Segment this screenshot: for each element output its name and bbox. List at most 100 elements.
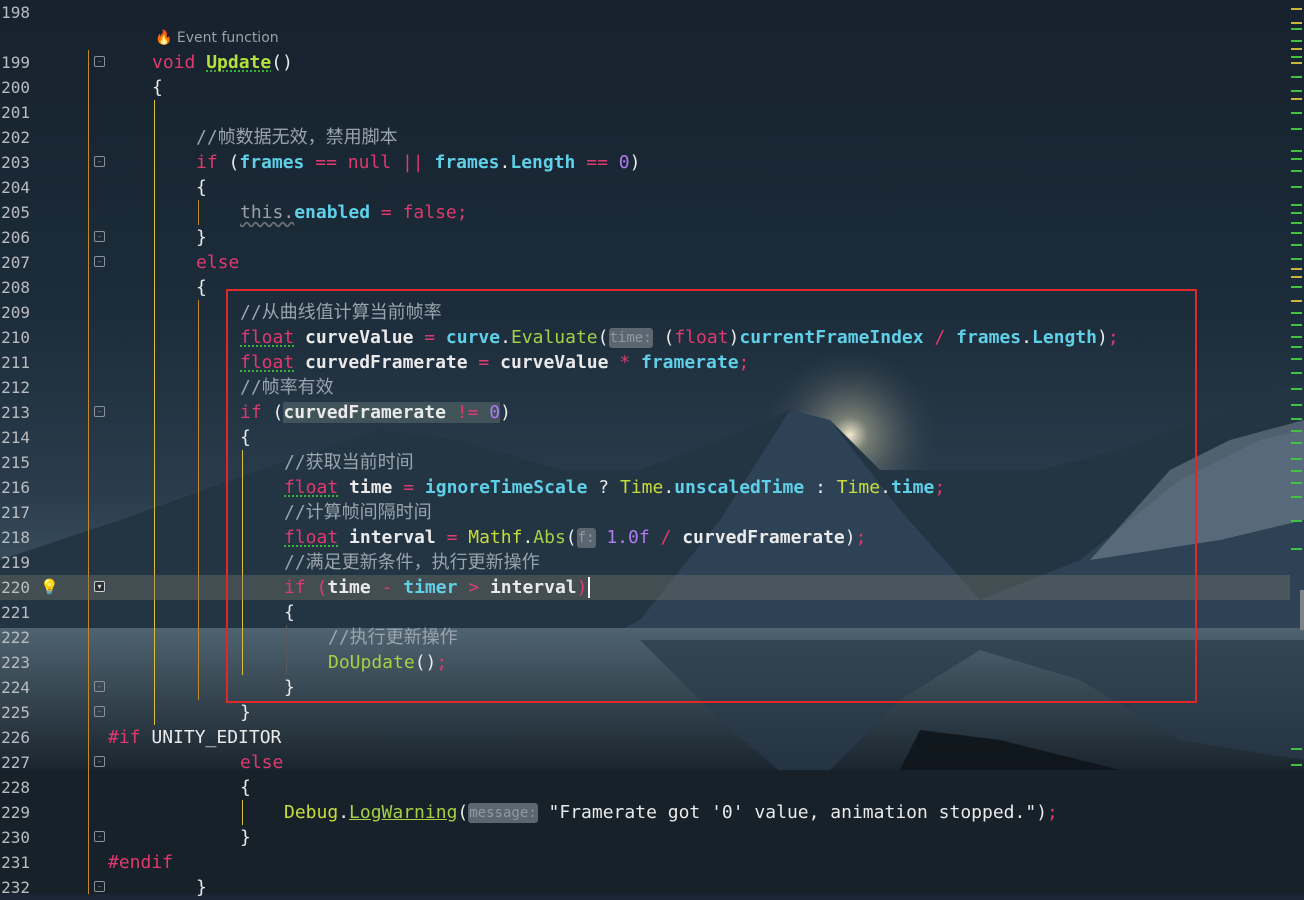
- line-number[interactable]: 206: [0, 225, 30, 250]
- code-text[interactable]: }: [196, 225, 207, 250]
- scroll-marker[interactable]: [1291, 458, 1302, 460]
- scroll-marker[interactable]: [1291, 324, 1302, 326]
- fold-toggle-icon[interactable]: –: [94, 756, 105, 767]
- scroll-marker[interactable]: [1291, 150, 1302, 152]
- scroll-marker[interactable]: [1291, 442, 1302, 444]
- line-number[interactable]: 232: [0, 875, 30, 900]
- code-line-204[interactable]: 204 {: [0, 175, 1290, 200]
- scroll-marker[interactable]: [1291, 128, 1302, 130]
- scroll-marker[interactable]: [1291, 76, 1302, 78]
- code-text[interactable]: {: [196, 275, 207, 300]
- line-number[interactable]: 222: [0, 625, 30, 650]
- code-line-225[interactable]: 225 –}: [0, 700, 1290, 725]
- code-line-230[interactable]: 230 –}: [0, 825, 1290, 850]
- code-line-227[interactable]: 227 – else: [0, 750, 1290, 775]
- code-line-200[interactable]: 200 {: [0, 75, 1290, 100]
- scrollbar-markers[interactable]: [1288, 0, 1304, 894]
- scroll-marker[interactable]: [1291, 346, 1302, 348]
- code-text[interactable]: else: [196, 250, 239, 275]
- line-number[interactable]: 202: [0, 125, 30, 150]
- line-number[interactable]: 228: [0, 775, 30, 800]
- line-number[interactable]: 226: [0, 725, 30, 750]
- code-line-231[interactable]: 231 #endif: [0, 850, 1290, 875]
- scroll-marker[interactable]: [1291, 212, 1302, 214]
- line-number[interactable]: 198: [0, 0, 30, 25]
- code-text[interactable]: //帧数据无效，禁用脚本: [196, 125, 398, 150]
- code-text[interactable]: Debug.LogWarning(message: "Framerate got…: [284, 800, 1058, 825]
- scroll-marker[interactable]: [1291, 170, 1302, 172]
- scroll-marker[interactable]: [1291, 244, 1302, 246]
- code-line-229[interactable]: 229 Debug.LogWarning(message: "Framerate …: [0, 800, 1290, 825]
- scroll-marker[interactable]: [1291, 496, 1302, 498]
- scroll-marker[interactable]: [1291, 388, 1302, 390]
- fold-toggle-icon[interactable]: –: [94, 231, 105, 242]
- scroll-marker[interactable]: [1291, 268, 1302, 270]
- code-text[interactable]: }: [240, 825, 251, 850]
- line-number[interactable]: 211: [0, 350, 30, 375]
- line-number[interactable]: 225: [0, 700, 30, 725]
- scroll-marker[interactable]: [1291, 312, 1302, 314]
- scroll-marker[interactable]: [1291, 48, 1302, 50]
- line-number[interactable]: 201: [0, 100, 30, 125]
- code-text[interactable]: }: [196, 875, 207, 900]
- scroll-marker[interactable]: [1291, 404, 1302, 406]
- code-line-205[interactable]: 205 this.enabled = false;: [0, 200, 1290, 225]
- code-text[interactable]: if (frames == null || frames.Length == 0…: [196, 150, 640, 175]
- scroll-marker[interactable]: [1291, 40, 1302, 42]
- scroll-marker[interactable]: [1291, 430, 1302, 432]
- code-line-201[interactable]: 201: [0, 100, 1290, 125]
- scroll-marker[interactable]: [1291, 158, 1302, 160]
- fold-toggle-icon[interactable]: –: [94, 706, 105, 717]
- line-number[interactable]: 209: [0, 300, 30, 325]
- code-text[interactable]: }: [240, 700, 251, 725]
- fold-toggle-icon[interactable]: –: [94, 406, 105, 417]
- scroll-marker[interactable]: [1291, 186, 1302, 188]
- scroll-marker[interactable]: [1291, 56, 1302, 58]
- scroll-marker[interactable]: [1291, 358, 1302, 360]
- line-number[interactable]: 218: [0, 525, 30, 550]
- scroll-marker[interactable]: [1291, 28, 1302, 30]
- code-line-199[interactable]: 199 – void Update(): [0, 50, 1290, 75]
- code-line-228[interactable]: 228 {: [0, 775, 1290, 800]
- line-number[interactable]: 220: [0, 575, 30, 600]
- lightbulb-icon[interactable]: 💡: [40, 577, 59, 597]
- fold-toggle-icon[interactable]: –: [94, 681, 105, 692]
- scroll-marker[interactable]: [1291, 90, 1302, 92]
- line-number[interactable]: 200: [0, 75, 30, 100]
- line-number[interactable]: 230: [0, 825, 30, 850]
- code-text[interactable]: #endif: [108, 850, 173, 875]
- line-number[interactable]: 214: [0, 425, 30, 450]
- line-number[interactable]: 210: [0, 325, 30, 350]
- fold-toggle-icon[interactable]: –: [94, 881, 105, 892]
- scroll-marker[interactable]: [1291, 232, 1302, 234]
- code-text[interactable]: void Update(): [152, 50, 293, 75]
- line-number[interactable]: 217: [0, 500, 30, 525]
- scroll-marker[interactable]: [1291, 112, 1302, 114]
- scroll-marker[interactable]: [1291, 336, 1302, 338]
- scroll-marker[interactable]: [1291, 548, 1302, 550]
- line-number[interactable]: 213: [0, 400, 30, 425]
- scroll-marker[interactable]: [1291, 470, 1302, 472]
- scroll-marker[interactable]: [1291, 372, 1302, 374]
- scroll-marker[interactable]: [1291, 222, 1302, 224]
- fold-toggle-icon[interactable]: –: [94, 831, 105, 842]
- code-text[interactable]: this.enabled = false;: [240, 200, 468, 225]
- scroll-marker[interactable]: [1291, 748, 1302, 750]
- fold-toggle-icon[interactable]: –: [94, 256, 105, 267]
- scroll-marker[interactable]: [1291, 418, 1302, 420]
- line-number[interactable]: 219: [0, 550, 30, 575]
- line-number[interactable]: 221: [0, 600, 30, 625]
- scroll-marker[interactable]: [1291, 276, 1302, 278]
- scroll-marker[interactable]: [1291, 764, 1302, 766]
- codelens-event-function[interactable]: 🔥 Event function: [155, 28, 279, 48]
- scroll-marker[interactable]: [1291, 62, 1302, 64]
- scroll-marker[interactable]: [1291, 8, 1302, 10]
- scroll-marker[interactable]: [1291, 300, 1302, 302]
- line-number[interactable]: 227: [0, 750, 30, 775]
- scroll-marker[interactable]: [1291, 286, 1302, 288]
- code-line-206[interactable]: 206 –}: [0, 225, 1290, 250]
- line-number[interactable]: 231: [0, 850, 30, 875]
- fold-toggle-icon[interactable]: ▾: [94, 581, 105, 592]
- line-number[interactable]: 199: [0, 50, 30, 75]
- scroll-marker[interactable]: [1291, 204, 1302, 206]
